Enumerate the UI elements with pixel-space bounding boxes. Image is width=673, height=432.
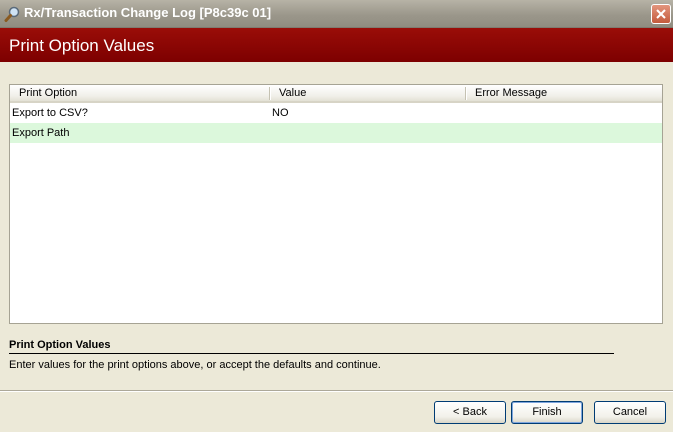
cancel-button[interactable]: Cancel	[594, 401, 666, 424]
info-title: Print Option Values	[9, 339, 111, 351]
print-options-grid[interactable]: Print Option Value Error Message Export …	[9, 84, 663, 324]
cell-value[interactable]: NO	[272, 103, 289, 123]
window-title: Rx/Transaction Change Log [P8c39c 01]	[24, 5, 272, 20]
magnifier-icon	[4, 5, 22, 23]
header-banner: Print Option Values	[0, 28, 673, 62]
column-header-value[interactable]: Value	[270, 85, 306, 102]
title-bar: Rx/Transaction Change Log [P8c39c 01]	[0, 0, 673, 28]
back-button[interactable]: < Back	[434, 401, 506, 424]
cell-print-option: Export to CSV?	[12, 107, 88, 119]
page-title: Print Option Values	[9, 36, 155, 55]
column-header-print-option[interactable]: Print Option	[10, 85, 77, 102]
cell-print-option: Export Path	[12, 127, 70, 139]
close-button[interactable]	[651, 4, 671, 24]
bottom-divider	[0, 390, 673, 392]
grid-header: Print Option Value Error Message	[10, 85, 662, 103]
close-icon	[656, 9, 666, 19]
finish-button[interactable]: Finish	[511, 401, 583, 424]
column-header-error-message[interactable]: Error Message	[466, 85, 547, 102]
info-text: Enter values for the print options above…	[9, 359, 381, 371]
table-row[interactable]: Export Path	[10, 123, 662, 143]
info-divider	[9, 353, 614, 354]
table-row[interactable]: Export to CSV? NO	[10, 103, 662, 123]
